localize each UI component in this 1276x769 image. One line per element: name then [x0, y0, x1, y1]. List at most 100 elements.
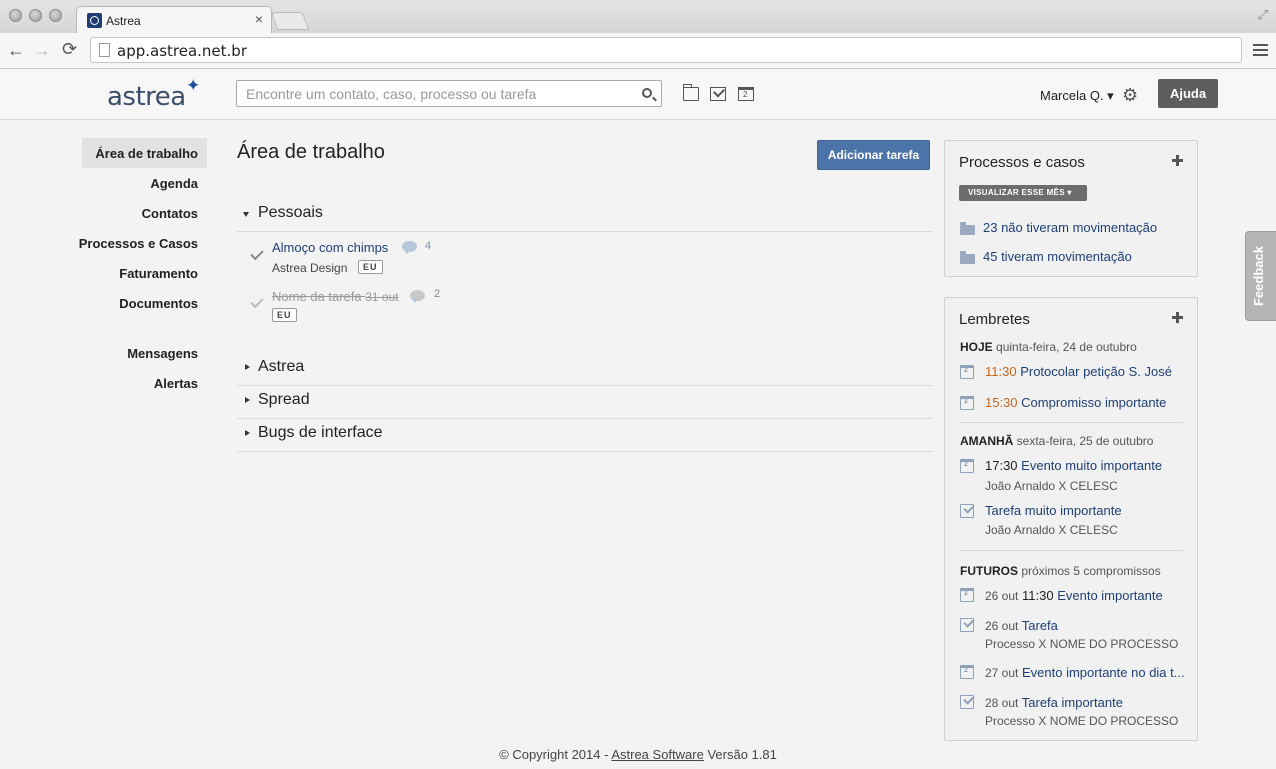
- divider: [960, 422, 1183, 423]
- add-reminder-plus-icon[interactable]: [1172, 312, 1183, 323]
- calendar-icon: [960, 588, 974, 602]
- reminder-link[interactable]: Tarefa muito importante: [985, 503, 1122, 518]
- task-title-done[interactable]: Nome da tarefa 31 out: [272, 289, 399, 304]
- comment-icon[interactable]: [402, 241, 417, 254]
- section-tomorrow: AMANHÃ sexta-feira, 25 de outubro: [960, 434, 1153, 448]
- caret-down-icon: [243, 212, 249, 217]
- reminder-time: 17:30: [985, 458, 1018, 473]
- sidebar-item-documentos[interactable]: Documentos: [119, 296, 198, 311]
- assignee-badge: EU: [272, 308, 297, 322]
- app-header: astrea ✦ Marcela Q. ▾ ⚙ Ajuda: [0, 70, 1276, 120]
- reminder-item[interactable]: Tarefa muito importante: [985, 503, 1122, 518]
- reminder-subtitle: Processo X NOME DO PROCESSO: [985, 637, 1179, 651]
- reminder-item[interactable]: 15:30 Compromisso importante: [985, 395, 1166, 410]
- new-tab-button[interactable]: [270, 12, 310, 30]
- user-menu[interactable]: Marcela Q. ▾: [1040, 88, 1114, 104]
- reload-icon[interactable]: ⟳: [62, 39, 77, 60]
- calendar-icon: [960, 365, 974, 379]
- reminder-subtitle: João Arnaldo X CELESC: [985, 479, 1118, 493]
- folder-icon: [960, 222, 975, 235]
- calendar-icon: [960, 665, 974, 679]
- group-header-astrea[interactable]: Astrea: [237, 353, 933, 386]
- logo-star-icon: ✦: [186, 76, 201, 95]
- group-header-pessoais[interactable]: Pessoais: [237, 199, 933, 232]
- tab-title: Astrea: [106, 14, 141, 28]
- task-check-icon[interactable]: [960, 695, 974, 709]
- browser-toolbar: ← → ⟳ app.astrea.net.br: [0, 33, 1276, 69]
- group-title: Pessoais: [258, 204, 323, 221]
- reminder-item[interactable]: 26 out 11:30 Evento importante: [985, 588, 1163, 603]
- reminder-date: 27 out: [985, 666, 1019, 680]
- reminder-link[interactable]: Tarefa importante: [1022, 695, 1123, 710]
- reminder-link[interactable]: Protocolar petição S. José: [1020, 364, 1172, 379]
- browser-menu-icon[interactable]: [1253, 44, 1268, 56]
- assignee-badge: EU: [358, 260, 383, 274]
- reminders-panel: Lembretes HOJE quinta-feira, 24 de outub…: [944, 297, 1198, 741]
- reminder-link[interactable]: Tarefa: [1022, 618, 1058, 633]
- search-input[interactable]: [237, 81, 627, 106]
- reminder-link[interactable]: Compromisso importante: [1021, 395, 1166, 410]
- task-check-icon[interactable]: [960, 504, 974, 518]
- section-future: FUTUROS próximos 5 compromissos: [960, 564, 1161, 578]
- sidebar-item-processos[interactable]: Processos e Casos: [79, 236, 198, 251]
- caret-right-icon: [245, 397, 250, 403]
- reminder-item[interactable]: 17:30 Evento muito importante: [985, 458, 1162, 473]
- no-movement-link[interactable]: 23 não tiveram movimentação: [983, 220, 1157, 235]
- section-date: sexta-feira, 25 de outubro: [1016, 434, 1154, 448]
- footer: © Copyright 2014 - Astrea Software Versã…: [0, 747, 1276, 762]
- search-box[interactable]: [236, 80, 662, 107]
- browser-tab[interactable]: Astrea ×: [76, 6, 272, 34]
- panel-title: Lembretes: [959, 311, 1030, 328]
- fullscreen-icon[interactable]: ⤢: [1258, 7, 1268, 23]
- task-project: Astrea Design: [272, 261, 348, 275]
- task-title[interactable]: Almoço com chimps: [272, 240, 388, 255]
- group-header-spread[interactable]: Spread: [237, 386, 933, 419]
- page-title: Área de trabalho: [237, 141, 385, 163]
- close-window-button[interactable]: [9, 9, 22, 22]
- minimize-window-button[interactable]: [29, 9, 42, 22]
- task-check-icon[interactable]: [960, 618, 974, 632]
- calendar-icon[interactable]: [738, 87, 754, 101]
- add-task-button[interactable]: Adicionar tarefa: [817, 140, 930, 170]
- group-title: Astrea: [258, 358, 305, 375]
- tab-close-icon[interactable]: ×: [255, 11, 263, 27]
- zoom-window-button[interactable]: [49, 9, 62, 22]
- address-bar[interactable]: app.astrea.net.br: [90, 37, 1242, 63]
- help-button[interactable]: Ajuda: [1158, 79, 1218, 108]
- search-icon[interactable]: [642, 88, 652, 98]
- reminder-link[interactable]: Evento muito importante: [1021, 458, 1162, 473]
- feedback-tab[interactable]: Feedback: [1245, 231, 1276, 321]
- section-label: HOJE: [960, 340, 993, 354]
- sidebar-item-alertas[interactable]: Alertas: [154, 376, 198, 391]
- sidebar-item-faturamento[interactable]: Faturamento: [119, 266, 198, 281]
- back-arrow-icon[interactable]: ←: [7, 40, 25, 61]
- astrea-logo[interactable]: astrea: [107, 82, 186, 112]
- sidebar-item-area-de-trabalho[interactable]: Área de trabalho: [95, 146, 198, 161]
- reminder-item[interactable]: 27 out Evento importante no dia t...: [985, 665, 1185, 680]
- period-dropdown[interactable]: VISUALIZAR ESSE MÊS ▾: [959, 185, 1087, 201]
- reminder-link[interactable]: Evento importante: [1057, 588, 1163, 603]
- reminder-item[interactable]: 11:30 Protocolar petição S. José: [985, 364, 1172, 379]
- reminder-time: 11:30: [1022, 588, 1054, 603]
- sidebar-item-agenda[interactable]: Agenda: [150, 176, 198, 191]
- url-text[interactable]: app.astrea.net.br: [117, 42, 247, 60]
- folder-icon[interactable]: [682, 84, 699, 101]
- group-header-bugs[interactable]: Bugs de interface: [237, 419, 933, 452]
- reminder-item[interactable]: 26 out Tarefa: [985, 618, 1058, 633]
- astrea-software-link[interactable]: Astrea Software: [611, 747, 704, 762]
- sidebar-item-mensagens[interactable]: Mensagens: [127, 346, 198, 361]
- reminder-link[interactable]: Evento importante no dia t...: [1022, 665, 1185, 680]
- task-check-toggle[interactable]: [250, 246, 264, 261]
- gear-icon[interactable]: ⚙: [1122, 86, 1138, 104]
- browser-tabbar: Astrea × ⤢: [0, 0, 1276, 34]
- reminder-date: 26 out: [985, 619, 1019, 633]
- reminder-item[interactable]: 28 out Tarefa importante: [985, 695, 1123, 710]
- movement-link[interactable]: 45 tiveram movimentação: [983, 249, 1132, 264]
- task-check-icon[interactable]: [710, 87, 726, 101]
- caret-right-icon: [245, 430, 250, 436]
- forward-arrow-icon[interactable]: →: [33, 40, 51, 61]
- add-process-plus-icon[interactable]: [1172, 155, 1183, 166]
- task-check-toggle[interactable]: [250, 294, 264, 309]
- comment-icon[interactable]: [410, 290, 425, 303]
- sidebar-item-contatos[interactable]: Contatos: [142, 206, 198, 221]
